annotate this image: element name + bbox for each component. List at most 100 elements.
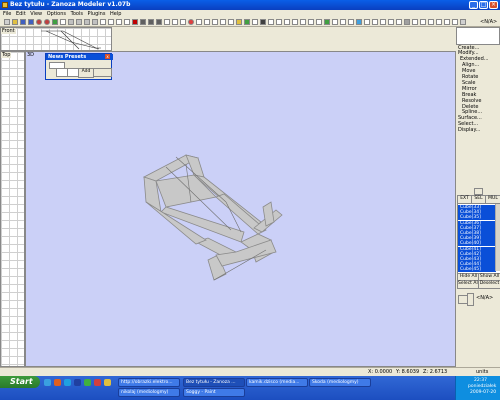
toolbar-button[interactable] [388, 19, 394, 25]
panel-toggle[interactable] [474, 188, 483, 195]
toolbar-button[interactable] [324, 19, 330, 25]
toolbar-button[interactable] [132, 19, 138, 25]
toolbar-button[interactable] [260, 19, 266, 25]
toolbar-button[interactable] [284, 19, 290, 25]
preset-slot[interactable] [93, 68, 112, 77]
object-list-scrollbar[interactable] [495, 204, 500, 271]
toolbar-button[interactable] [4, 19, 10, 25]
taskbar-task[interactable]: nikolaj (mediologmy) [118, 388, 180, 397]
toolbar-button[interactable] [244, 19, 250, 25]
toolbar-button[interactable] [268, 19, 274, 25]
toolbar-button[interactable] [220, 19, 226, 25]
toolbar-button[interactable] [92, 19, 98, 25]
toolbar-button[interactable] [204, 19, 210, 25]
toolbar-button[interactable] [412, 19, 418, 25]
toolbar-button[interactable] [316, 19, 322, 25]
command-menu-item[interactable]: Display... [458, 127, 481, 134]
toolbar-button[interactable] [148, 19, 154, 25]
menu-view[interactable]: View [30, 10, 42, 18]
toolbar-button[interactable] [164, 19, 170, 25]
toolbar-button[interactable] [188, 19, 194, 25]
toolbar-button[interactable] [308, 19, 314, 25]
toolbar-button[interactable] [28, 19, 34, 25]
close-button[interactable]: × [489, 1, 498, 9]
toolbar-button[interactable] [116, 19, 122, 25]
viewport-3d[interactable]: 3D [25, 51, 456, 367]
toolbar-button[interactable] [404, 19, 410, 25]
menu-options[interactable]: Options [47, 10, 66, 18]
panel-spinner[interactable] [467, 293, 474, 306]
quicklaunch-app-icon[interactable] [84, 379, 91, 386]
news-presets-close-button[interactable]: x [105, 54, 110, 59]
menu-edit[interactable]: Edit [16, 10, 26, 18]
toolbar-button[interactable] [460, 19, 466, 25]
toolbar-button[interactable] [124, 19, 130, 25]
window-title: Bez tytułu - Zanoza Modeler v1.07b [10, 1, 131, 8]
toolbar-button[interactable] [52, 19, 58, 25]
toolbar-button[interactable] [340, 19, 346, 25]
toolbar-button[interactable] [428, 19, 434, 25]
taskbar-task[interactable]: kamik.dzisco (media... [246, 378, 308, 387]
quicklaunch-firefox-icon[interactable] [54, 379, 61, 386]
toolbar-button[interactable] [100, 19, 106, 25]
toolbar-button[interactable] [276, 19, 282, 25]
toolbar-button[interactable] [372, 19, 378, 25]
maximize-button[interactable]: □ [479, 1, 488, 9]
toolbar-button[interactable] [84, 19, 90, 25]
toolbar-button[interactable] [140, 19, 146, 25]
toolbar-button[interactable] [44, 19, 50, 25]
toolbar-button[interactable] [452, 19, 458, 25]
quicklaunch-desktop-icon[interactable] [44, 379, 51, 386]
toolbar-button[interactable] [156, 19, 162, 25]
menu-tools[interactable]: Tools [71, 10, 83, 18]
object-list-item[interactable]: Cube[45] [458, 267, 496, 273]
toolbar-button[interactable] [420, 19, 426, 25]
deselect-button[interactable]: Deselect [478, 280, 500, 289]
news-presets-window[interactable]: News Presets x Add [45, 53, 113, 80]
toolbar-button[interactable] [356, 19, 362, 25]
toolbar-button[interactable] [380, 19, 386, 25]
taskbar-task[interactable]: http://obrazki.elektro... [118, 378, 180, 387]
start-button[interactable]: Start [0, 376, 40, 388]
toolbar-button[interactable] [436, 19, 442, 25]
minimize-button[interactable]: _ [469, 1, 478, 9]
toolbar-button[interactable] [292, 19, 298, 25]
viewport-top[interactable]: Top [0, 51, 25, 367]
toolbar-button[interactable] [12, 19, 18, 25]
viewport-right-strip[interactable] [456, 27, 500, 45]
toolbar-button[interactable] [212, 19, 218, 25]
toolbar-button[interactable] [364, 19, 370, 25]
toolbar-button[interactable] [332, 19, 338, 25]
toolbar-button[interactable] [300, 19, 306, 25]
menu-file[interactable]: File [3, 10, 11, 18]
toolbar-button[interactable] [68, 19, 74, 25]
menu-help[interactable]: Help [110, 10, 121, 18]
app-icon[interactable] [2, 2, 8, 8]
object-list[interactable]: Cube[33] Cube[34] Cube[35] Cube[36] Cube[37]… [457, 203, 500, 274]
viewport-front[interactable]: Front [0, 27, 112, 51]
toolbar-button[interactable] [60, 19, 66, 25]
toolbar-button[interactable] [444, 19, 450, 25]
toolbar-button[interactable] [196, 19, 202, 25]
quicklaunch-folder-icon[interactable] [104, 379, 111, 386]
toolbar-button[interactable] [236, 19, 242, 25]
toolbar-button[interactable] [396, 19, 402, 25]
toolbar-button[interactable] [348, 19, 354, 25]
quicklaunch-opera-icon[interactable] [94, 379, 101, 386]
toolbar-button[interactable] [228, 19, 234, 25]
add-preset-button[interactable]: Add [78, 68, 94, 78]
menu-plugins[interactable]: Plugins [88, 10, 106, 18]
toolbar-button[interactable] [76, 19, 82, 25]
quicklaunch-ie-icon[interactable] [64, 379, 71, 386]
toolbar-button[interactable] [252, 19, 258, 25]
toolbar-button[interactable] [20, 19, 26, 25]
toolbar-button[interactable] [180, 19, 186, 25]
quicklaunch-media-icon[interactable] [74, 379, 81, 386]
toolbar-button[interactable] [36, 19, 42, 25]
toolbar-button[interactable] [172, 19, 178, 25]
taskbar-task[interactable]: Bez tytułu - Zanoza ... [183, 378, 245, 387]
taskbar-task[interactable]: Soggy - Paint [183, 388, 245, 397]
toolbar-button[interactable] [108, 19, 114, 25]
select-all-button[interactable]: Select All [457, 280, 480, 289]
taskbar-task[interactable]: Skoda (mediologmy) [309, 378, 371, 387]
